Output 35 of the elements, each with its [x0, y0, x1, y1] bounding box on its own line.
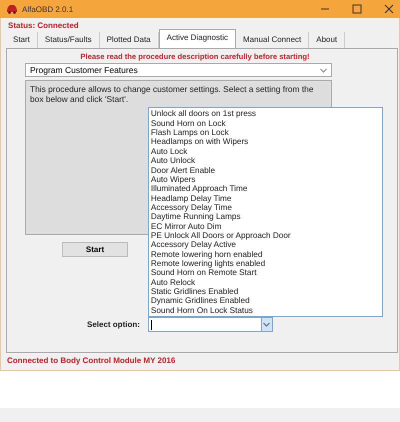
- start-button[interactable]: Start: [62, 242, 128, 257]
- list-option[interactable]: Static Gridlines Enabled: [150, 286, 382, 296]
- list-option[interactable]: Accessory Delay Time: [150, 202, 382, 212]
- maximize-icon[interactable]: [352, 4, 362, 14]
- list-option[interactable]: Unlock all doors on 1st press: [150, 109, 382, 119]
- list-option[interactable]: Sound Horn on Lock: [150, 118, 382, 128]
- list-option[interactable]: Headlamps on with Wipers: [150, 137, 382, 147]
- list-option[interactable]: Sound Horn On Lock Status: [150, 306, 382, 315]
- car-icon: [6, 4, 18, 14]
- close-icon[interactable]: [384, 4, 394, 14]
- list-option[interactable]: Accessory Delay Active: [150, 240, 382, 250]
- connection-status: Status: Connected: [7, 20, 80, 32]
- chevron-down-icon: [320, 68, 327, 72]
- list-option[interactable]: Sound Horn on Remote Start: [150, 268, 382, 278]
- list-option[interactable]: Auto Lock: [150, 146, 382, 156]
- window-title: AlfaOBD 2.0.1: [22, 4, 74, 14]
- list-option[interactable]: Remote lowering horn enabled: [150, 250, 382, 259]
- description-text: This procedure allows to change customer settings. Select a setting from the box below and click 'Start'.: [30, 84, 314, 104]
- select-option-label: Select option:: [87, 320, 140, 329]
- procedure-dropdown[interactable]: Program Customer Features: [25, 63, 332, 77]
- list-option[interactable]: Dynamic Gridlines Enabled: [150, 296, 382, 306]
- list-option[interactable]: Illuminated Approach Time: [150, 184, 382, 194]
- list-option[interactable]: EC Mirror Auto Dim: [150, 222, 382, 231]
- list-option[interactable]: Remote lowering lights enabled: [150, 258, 382, 268]
- list-option[interactable]: Flash Lamps on Lock: [150, 128, 382, 138]
- list-option[interactable]: Daytime Running Lamps: [150, 212, 382, 222]
- option-combobox[interactable]: [148, 317, 273, 332]
- status-bar-text: Connected to Body Control Module MY 2016: [6, 355, 176, 367]
- list-option[interactable]: Auto Unlock: [150, 156, 382, 166]
- list-option[interactable]: PE Unlock All Doors or Approach Door: [150, 230, 382, 240]
- tab[interactable]: Active Diagnostic: [158, 29, 236, 48]
- list-option[interactable]: Auto Relock: [150, 278, 382, 287]
- list-option[interactable]: Headlamp Delay Time: [150, 194, 382, 203]
- list-option[interactable]: Door Alert Enable: [150, 166, 382, 175]
- list-option[interactable]: Auto Wipers: [150, 174, 382, 184]
